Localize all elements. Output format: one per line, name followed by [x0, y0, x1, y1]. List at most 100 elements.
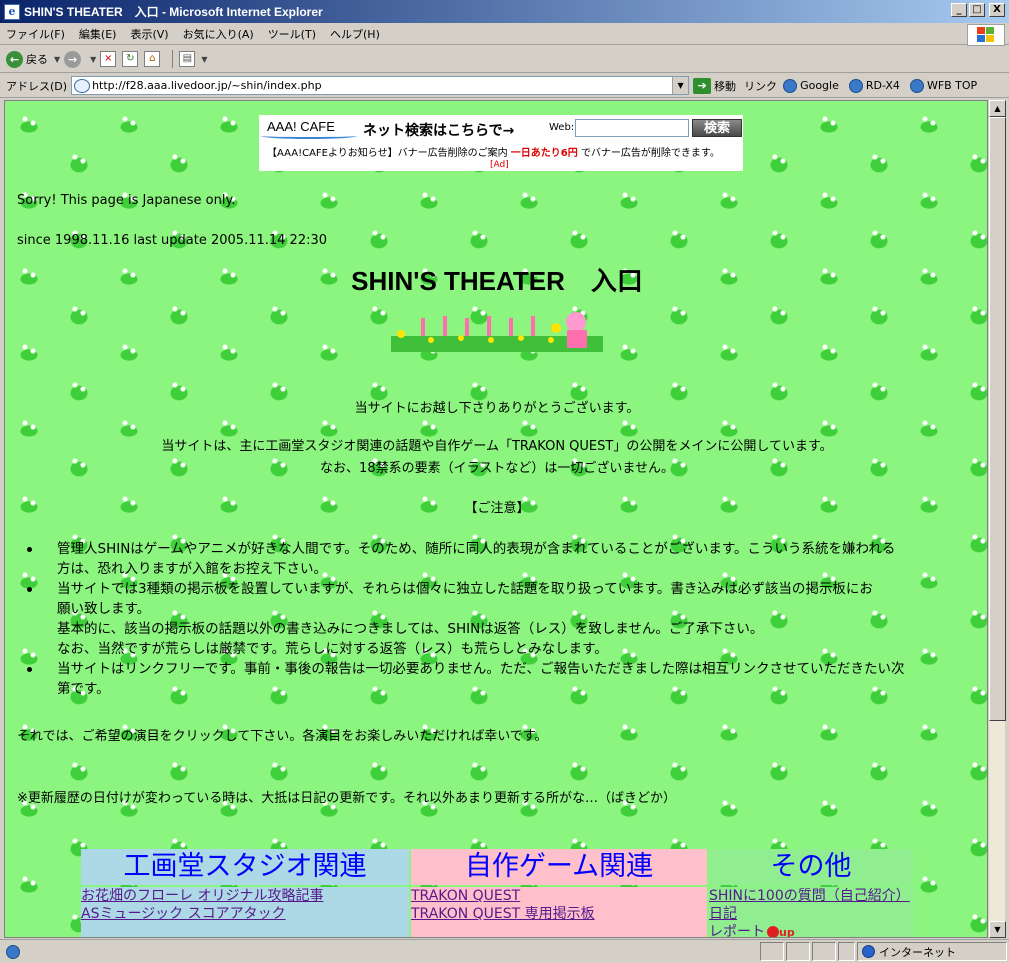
link-report[interactable]: レポート — [709, 924, 765, 937]
link-report-row[interactable]: レポート up — [709, 923, 913, 938]
bullet — [27, 667, 32, 672]
menu-col-game: TRAKON QUEST TRAKON QUEST 専用掲示板 — [411, 887, 707, 937]
toolbar-separator — [172, 50, 174, 68]
menu-tools[interactable]: ツール(T) — [268, 26, 316, 42]
link-trakon-quest[interactable]: TRAKON QUEST — [411, 887, 707, 905]
back-arrow-icon: ← — [6, 50, 23, 68]
address-input[interactable]: http://f28.aaa.livedoor.jp/~shin/index.p… — [71, 76, 690, 95]
menu-view[interactable]: 表示(V) — [130, 26, 168, 42]
back-button[interactable]: ← 戻る — [6, 50, 48, 68]
link-rd-x4[interactable]: RD-X4 — [848, 78, 900, 93]
ie-page-icon — [783, 78, 798, 93]
notice-item: 当サイトでは3種類の掲示板を設置していますが、それらは個々に独立した話題を取り扱… — [27, 579, 977, 659]
scroll-thumb[interactable] — [989, 117, 1006, 721]
go-arrow-icon: ➔ — [693, 77, 712, 94]
link-rd-x4-label: RD-X4 — [865, 79, 900, 92]
ie-page-icon — [848, 78, 863, 93]
go-label: 移動 — [714, 79, 737, 93]
menu-help[interactable]: ヘルプ(H) — [330, 26, 380, 42]
link-wfb-top-label: WFB TOP — [926, 79, 978, 92]
maximize-button[interactable]: □ — [969, 3, 985, 17]
globe-icon — [862, 945, 875, 958]
scroll-up-icon[interactable]: ▲ — [989, 100, 1006, 117]
forward-dropdown-icon[interactable]: ▼ — [90, 55, 96, 64]
ad-search-label: ネット検索はこちらで→ — [363, 123, 515, 139]
link-100-questions[interactable]: SHINに100の質問（自己紹介） — [709, 887, 913, 905]
page-status-icon — [6, 944, 20, 959]
windows-logo-icon — [967, 24, 1005, 46]
links-label: リンク — [744, 79, 778, 93]
notice-list: 管理人SHINはゲームやアニメが好きな人間です。そのため、随所に同人的表現が含ま… — [27, 539, 977, 699]
notice-2-line-1: 当サイトでは3種類の掲示板を設置していますが、それらは個々に独立した話題を取り扱… — [57, 581, 873, 597]
back-dropdown-icon[interactable]: ▼ — [54, 55, 60, 64]
ad-search-input[interactable] — [575, 119, 689, 137]
link-trakon-bbs[interactable]: TRAKON QUEST 専用掲示板 — [411, 905, 707, 923]
print-dropdown-icon[interactable]: ▼ — [201, 55, 207, 64]
status-pane — [786, 942, 810, 961]
stop-icon[interactable]: × — [100, 51, 117, 67]
home-icon[interactable]: ⌂ — [144, 51, 161, 67]
menu-favorites[interactable]: お気に入り(A) — [183, 26, 254, 42]
window-controls: _ □ X — [951, 3, 1005, 17]
address-label: アドレス(D) — [6, 79, 68, 93]
up-badge-icon — [767, 926, 779, 937]
link-wfb-top[interactable]: WFB TOP — [909, 78, 978, 93]
link-diary[interactable]: 日記 — [709, 905, 913, 923]
link-as-music[interactable]: ASミュージック スコアアタック — [81, 905, 409, 923]
refresh-icon[interactable]: ↻ — [122, 51, 139, 67]
menu-header-kogado-label: 工画堂スタジオ関連 — [123, 851, 367, 882]
vertical-scrollbar[interactable]: ▲ ▼ — [988, 100, 1006, 938]
ad-web-label: Web: — [549, 122, 575, 133]
link-google[interactable]: Google — [783, 78, 839, 93]
ad-notice[interactable]: 【AAA!CAFEよりお知らせ】バナー広告削除のご案内 一日あたり6円 でバナー… — [267, 144, 720, 159]
notice-3-line-2: 第です。 — [57, 681, 110, 697]
ad-notice-prefix: 【AAA!CAFEよりお知らせ】バナー広告削除のご案内 — [267, 148, 508, 159]
status-bar: インターネット — [0, 939, 1009, 963]
sorry-text: Sorry! This page is Japanese only. — [17, 193, 236, 208]
minimize-button[interactable]: _ — [951, 3, 967, 17]
notice-2-line-4: なお、当然ですが荒らしは厳禁です。荒らしに対する返答（レス）も荒らしとみなします… — [57, 641, 608, 657]
go-button[interactable]: ➔ 移動 — [693, 77, 737, 94]
menu-col-other: SHINに100の質問（自己紹介） 日記 レポート up — [709, 887, 913, 938]
menu-table: 工画堂スタジオ関連 自作ゲーム関連 その他 お花畑のフローレ オリジナル攻略記事… — [81, 849, 913, 938]
window-title: SHIN'S THEATER 入口 - Microsoft Internet E… — [24, 5, 323, 19]
address-dropdown-icon[interactable]: ▼ — [672, 77, 689, 94]
ad-logo-swoosh — [261, 133, 357, 139]
menu-header-other: その他 — [709, 849, 913, 885]
link-flore-guide[interactable]: お花畑のフローレ オリジナル攻略記事 — [81, 887, 409, 905]
ad-notice-price: 一日あたり6円 — [510, 148, 578, 159]
status-pane — [760, 942, 784, 961]
security-zone[interactable]: インターネット — [857, 942, 1007, 961]
menu-col-kogado: お花畑のフローレ オリジナル攻略記事 ASミュージック スコアアタック — [81, 887, 409, 937]
address-url: http://f28.aaa.livedoor.jp/~shin/index.p… — [92, 79, 322, 92]
forward-button[interactable]: → — [64, 50, 84, 68]
flower-banner-image — [391, 312, 603, 352]
print-icon[interactable]: ▤ — [179, 51, 196, 67]
notice-1-line-2: 方は、恐れ入りますが入館をお控え下さい。 — [57, 561, 327, 577]
notice-2-line-3: 基本的に、該当の掲示板の話題以外の書き込みにつきましては、SHINは返答（レス）… — [57, 621, 764, 637]
status-pane — [812, 942, 836, 961]
ie-app-icon: e — [4, 3, 20, 20]
update-note: ※更新履歴の日付けが変わっている時は、大抵は日記の更新です。それ以外あまり更新す… — [17, 791, 676, 806]
since-text: since 1998.11.16 last update 2005.11.14 … — [17, 233, 328, 248]
up-label: up — [779, 926, 795, 938]
ad-tag[interactable]: [Ad] — [490, 160, 509, 170]
menu-header-other-label: その他 — [770, 851, 852, 882]
bullet — [27, 547, 32, 552]
notice-2-line-2: 願い致します。 — [57, 601, 151, 617]
link-google-label: Google — [800, 79, 839, 92]
intro-line-1: 当サイトは、主に工画堂スタジオ関連の話題や自作ゲーム「TRAKON QUEST」… — [161, 439, 833, 454]
page-viewport[interactable]: AAA! CAFE ネット検索はこちらで→ Web: 検索 【AAA!CAFEよ… — [4, 100, 988, 938]
scroll-down-icon[interactable]: ▼ — [989, 921, 1006, 938]
intro-line-2: なお、18禁系の要素（イラストなど）は一切ございません。 — [320, 461, 674, 476]
ie-page-icon — [909, 78, 924, 93]
notice-3-line-1: 当サイトはリンクフリーです。事前・事後の報告は一切必要ありません。ただ、ご報告い… — [57, 661, 905, 677]
menu-file[interactable]: ファイル(F) — [6, 26, 65, 42]
menu-bar: ファイル(F) 編集(E) 表示(V) お気に入り(A) ツール(T) ヘルプ(… — [0, 23, 1009, 45]
close-button[interactable]: X — [989, 3, 1005, 17]
ad-notice-suffix: でバナー広告が削除できます。 — [580, 148, 720, 159]
page-title: SHIN'S THEATER 入口 — [351, 266, 643, 296]
menu-edit[interactable]: 編集(E) — [79, 26, 117, 42]
ad-search-button[interactable]: 検索 — [692, 119, 742, 137]
toolbar: ← 戻る ▼ → ▼ × ↻ ⌂ ▤ ▼ — [0, 46, 1009, 73]
